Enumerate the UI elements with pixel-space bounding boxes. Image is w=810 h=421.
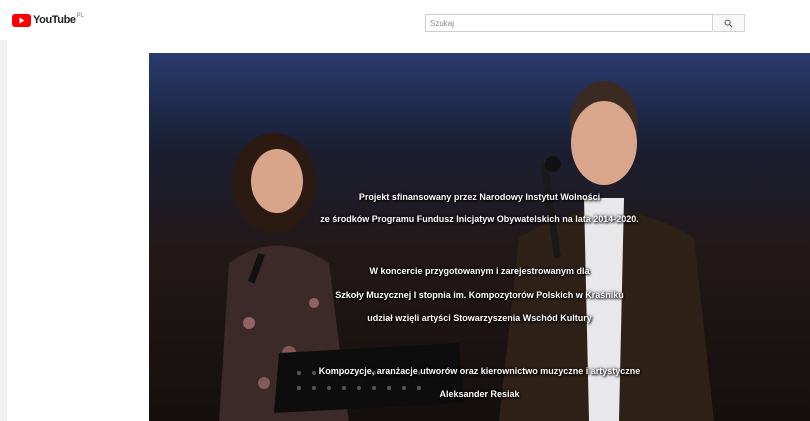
video-frame-music-stand (274, 343, 464, 413)
video-caption-line-2: ze środków Programu Fundusz Inicjatyw Ob… (320, 214, 639, 224)
video-caption-line-1: Projekt sfinansowany przez Narodowy Inst… (358, 192, 601, 202)
youtube-play-icon (12, 13, 31, 27)
search-input[interactable] (425, 14, 712, 32)
logo-region-code: PL (76, 13, 84, 19)
youtube-logo[interactable]: YouTube PL (12, 13, 84, 27)
video-caption-line-4: Szkoły Muzycznej I stopnia im. Kompozyto… (335, 290, 624, 300)
video-caption-line-7: Aleksander Resiak (439, 389, 520, 399)
search-icon (724, 16, 733, 31)
logo-text: YouTube (33, 14, 76, 26)
search-bar (425, 14, 745, 32)
video-caption-line-6: Kompozycje, aranżacje utworów oraz kiero… (318, 366, 641, 376)
video-caption-line-5: udział wzięli artyści Stowarzyszenia Wsc… (367, 313, 592, 323)
masthead: YouTube PL (0, 0, 810, 40)
video-caption-line-3: W koncercie przygotowanym i zarejestrowa… (369, 266, 590, 276)
video-player[interactable]: Projekt sfinansowany przez Narodowy Inst… (149, 53, 810, 421)
search-button[interactable] (712, 14, 745, 32)
